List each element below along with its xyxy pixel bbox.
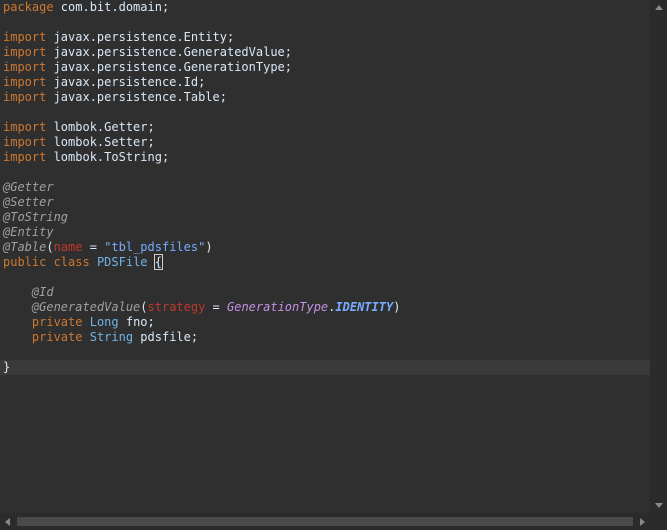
scrollbar-corner [650, 513, 667, 530]
import-path: lombok.Getter; [46, 120, 155, 134]
code-line-5: import javax.persistence.GenerationType; [3, 60, 650, 75]
annotation: @Id [31, 285, 54, 299]
field-name: fno; [118, 315, 155, 329]
horizontal-scroll-thumb[interactable] [17, 517, 633, 526]
code-area[interactable]: package com.bit.domain; import javax.per… [0, 0, 650, 375]
annotation-param: strategy [147, 300, 206, 314]
keyword: class [46, 255, 90, 269]
import-path: javax.persistence.GenerationType; [46, 60, 292, 74]
code-line-25-current: } [0, 360, 650, 375]
keyword: import [3, 135, 47, 149]
keyword: public [3, 255, 47, 269]
import-path: javax.persistence.GeneratedValue; [46, 45, 292, 59]
horizontal-scrollbar[interactable] [0, 513, 650, 530]
open-brace: { [153, 254, 164, 270]
code-line-13: @Getter [3, 180, 650, 195]
import-path: lombok.ToString; [46, 150, 170, 164]
field-type: String [89, 330, 134, 344]
keyword: import [3, 120, 47, 134]
code-line-6: import javax.persistence.Id; [3, 75, 650, 90]
keyword: private [31, 315, 83, 329]
scroll-down-arrow-icon[interactable] [655, 503, 663, 508]
annotation-param: name [53, 240, 83, 254]
code-line-7: import javax.persistence.Table; [3, 90, 650, 105]
scroll-right-arrow-icon[interactable] [640, 518, 645, 526]
import-path: javax.persistence.Entity; [46, 30, 235, 44]
code-line-10: import lombok.Setter; [3, 135, 650, 150]
keyword: import [3, 75, 47, 89]
class-name: PDSFile [96, 255, 148, 269]
code-line-20: @Id [3, 285, 650, 300]
code-line-4: import javax.persistence.GeneratedValue; [3, 45, 650, 60]
code-line-17: @Table(name = "tbl_pdsfiles") [3, 240, 650, 255]
field-type: Long [89, 315, 119, 329]
keyword: import [3, 90, 47, 104]
keyword: import [3, 60, 47, 74]
import-path: javax.persistence.Table; [46, 90, 227, 104]
paren: ) [205, 240, 213, 254]
keyword: package [3, 0, 54, 14]
paren: ( [46, 240, 54, 254]
close-brace: } [3, 360, 11, 374]
code-line-9: import lombok.Getter; [3, 120, 650, 135]
code-line-23: private String pdsfile; [3, 330, 650, 345]
keyword: import [3, 150, 47, 164]
code-line-18: public class PDSFile { [3, 254, 650, 270]
enum-type: GenerationType [227, 300, 329, 314]
annotation: @Table [3, 240, 47, 254]
code-line-22: private Long fno; [3, 315, 650, 330]
code-line-3: import javax.persistence.Entity; [3, 30, 650, 45]
code-line-11: import lombok.ToString; [3, 150, 650, 165]
scroll-left-arrow-icon[interactable] [5, 518, 10, 526]
annotation: @Getter [3, 180, 54, 194]
code-line-15: @ToString [3, 210, 650, 225]
code-line-21: @GeneratedValue(strategy = GenerationTyp… [3, 300, 650, 315]
annotation: @Setter [3, 195, 54, 209]
enum-constant: IDENTITY [335, 300, 394, 314]
annotation: @ToString [3, 210, 69, 224]
operator: = [205, 300, 227, 314]
paren: ) [393, 300, 401, 314]
import-path: lombok.Setter; [46, 135, 155, 149]
annotation: @GeneratedValue [31, 300, 141, 314]
code-line-14: @Setter [3, 195, 650, 210]
paren: ( [140, 300, 148, 314]
operator: = [82, 240, 105, 254]
package-name: com.bit.domain; [53, 0, 170, 14]
keyword: import [3, 30, 47, 44]
annotation: @Entity [3, 225, 54, 239]
keyword: private [31, 330, 83, 344]
string-literal: "tbl_pdsfiles" [104, 240, 206, 254]
code-line-1: package com.bit.domain; [3, 0, 650, 15]
import-path: javax.persistence.Id; [46, 75, 206, 89]
keyword: import [3, 45, 47, 59]
code-editor[interactable]: package com.bit.domain; import javax.per… [0, 0, 650, 513]
code-line-16: @Entity [3, 225, 650, 240]
vertical-scrollbar[interactable] [650, 0, 667, 513]
scroll-up-arrow-icon[interactable] [655, 5, 663, 10]
field-name: pdsfile; [133, 330, 199, 344]
